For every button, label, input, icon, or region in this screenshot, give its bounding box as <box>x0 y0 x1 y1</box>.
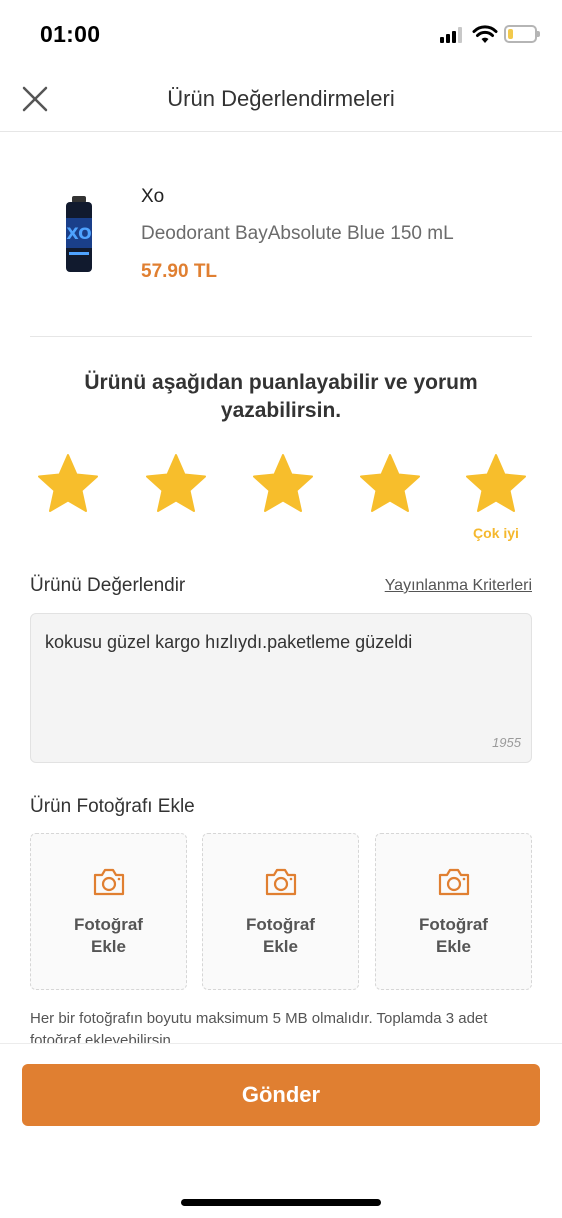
divider <box>30 336 532 337</box>
add-photo-label-line1: Fotoğraf <box>246 915 315 934</box>
add-photo-label-line1: Fotoğraf <box>419 915 488 934</box>
status-bar: 01:00 <box>0 0 562 66</box>
star-1-button[interactable] <box>36 452 100 516</box>
review-text: kokusu güzel kargo hızlıydı.paketleme gü… <box>45 632 413 652</box>
submit-button[interactable]: Gönder <box>22 1064 540 1126</box>
add-photo-label-line2: Ekle <box>436 937 471 956</box>
page-title: Ürün Değerlendirmeleri <box>167 86 395 111</box>
star-icon <box>466 454 526 512</box>
star-4-button[interactable] <box>358 452 422 516</box>
product-brand: Xo <box>141 186 165 207</box>
status-time: 01:00 <box>40 21 101 47</box>
add-photo-button-3[interactable]: Fotoğraf Ekle <box>375 833 532 990</box>
publishing-criteria-link[interactable]: Yayınlanma Kriterleri <box>385 577 532 595</box>
review-textarea[interactable]: kokusu güzel kargo hızlıydı.paketleme gü… <box>30 613 532 763</box>
camera-icon <box>438 868 470 896</box>
svg-text:XO: XO <box>66 224 91 243</box>
photo-size-note: Her bir fotoğrafın boyutu maksimum 5 MB … <box>30 1010 488 1044</box>
rating-label: Çok iyi <box>473 525 519 541</box>
add-photo-label-line1: Fotoğraf <box>74 915 143 934</box>
review-section-title: Ürünü Değerlendir <box>30 575 186 596</box>
star-icon <box>146 454 206 512</box>
add-photo-label: Fotoğraf Ekle <box>203 914 358 958</box>
add-photo-label: Fotoğraf Ekle <box>31 914 186 958</box>
camera-icon <box>93 868 125 896</box>
star-5-button[interactable] <box>464 452 528 516</box>
home-indicator <box>181 1199 381 1206</box>
battery-icon <box>504 25 540 43</box>
add-photo-label: Fotoğraf Ekle <box>376 914 531 958</box>
add-photo-label-line2: Ekle <box>263 937 298 956</box>
product-name: Deodorant BayAbsolute Blue 150 mL <box>141 223 454 244</box>
product-image: XO <box>66 196 92 272</box>
camera-icon <box>265 868 297 896</box>
star-icon <box>360 454 420 512</box>
star-rating <box>0 452 562 522</box>
star-2-button[interactable] <box>144 452 208 516</box>
product-summary: XO Xo Deodorant BayAbsolute Blue 150 mL … <box>30 176 532 306</box>
star-3-button[interactable] <box>251 452 315 516</box>
add-photo-button-1[interactable]: Fotoğraf Ekle <box>30 833 187 990</box>
add-photo-label-line2: Ekle <box>91 937 126 956</box>
photo-section-title: Ürün Fotoğrafı Ekle <box>30 796 195 817</box>
star-icon <box>38 454 98 512</box>
footer: Gönder <box>0 1043 562 1218</box>
product-price: 57.90 TL <box>141 261 218 282</box>
add-photo-button-2[interactable]: Fotoğraf Ekle <box>202 833 359 990</box>
app-header: Ürün Değerlendirmeleri <box>0 66 562 132</box>
wifi-icon <box>472 25 498 43</box>
cellular-signal-icon <box>440 27 466 43</box>
star-icon <box>253 454 313 512</box>
rating-prompt: Ürünü aşağıdan puanlayabilir ve yorum ya… <box>84 371 478 422</box>
character-counter: 1955 <box>492 735 521 750</box>
